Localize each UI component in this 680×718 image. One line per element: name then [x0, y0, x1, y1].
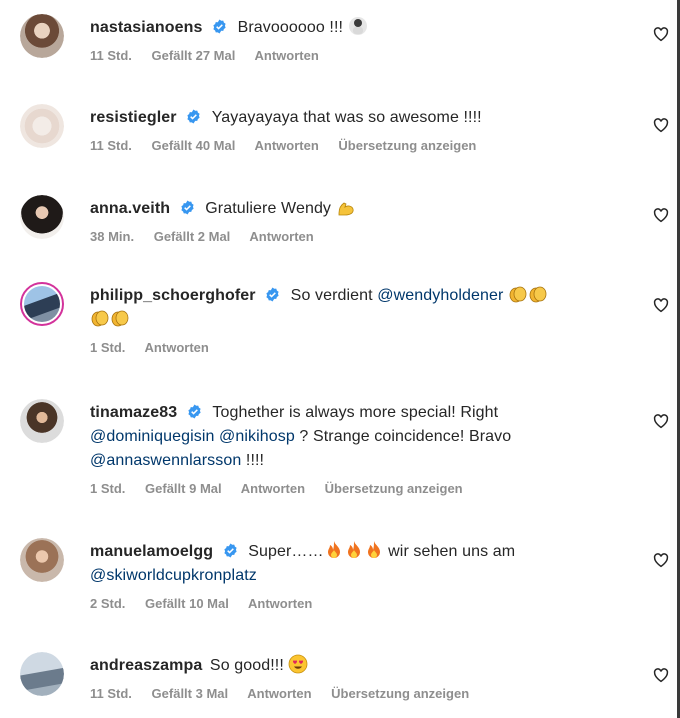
verified-badge-icon	[213, 19, 226, 34]
comment-text: Yayayayaya that was so awesome !!!!	[211, 109, 482, 126]
emoji-icon	[348, 16, 368, 36]
heart-outline-icon[interactable]	[652, 412, 670, 430]
comment-time: 38 Min.	[90, 229, 135, 244]
verified-badge-icon	[181, 200, 194, 215]
heart-outline-icon[interactable]	[652, 666, 670, 684]
comment-meta: 11 Std. Gefällt 40 Mal Antworten Überset…	[90, 138, 635, 153]
reply-button[interactable]: Antworten	[241, 481, 305, 496]
fire-emoji-icon	[364, 540, 384, 560]
comment-likes[interactable]: Gefällt 40 Mal	[152, 138, 236, 153]
translate-button[interactable]: Übersetzung anzeigen	[325, 481, 463, 496]
comment-text: Gratuliere Wendy	[205, 200, 336, 217]
comment-time: 1 Std.	[90, 481, 126, 496]
mention-link[interactable]: @annaswennlarsson	[90, 452, 241, 469]
reply-button[interactable]: Antworten	[145, 340, 209, 355]
comment-meta: 11 Std. Gefällt 3 Mal Antworten Übersetz…	[90, 686, 635, 701]
mention-link[interactable]: @dominiquegisin	[90, 428, 214, 445]
comment-username[interactable]: philipp_schoerghofer	[90, 287, 256, 304]
comment-username[interactable]: andreaszampa	[90, 657, 202, 674]
verified-badge-icon	[187, 109, 200, 124]
comment-likes[interactable]: Gefällt 9 Mal	[145, 481, 222, 496]
comment-username[interactable]: tinamaze83	[90, 404, 177, 421]
comment-text: !!!!	[241, 452, 265, 469]
comment-likes[interactable]: Gefällt 10 Mal	[145, 596, 229, 611]
clapping-hands-emoji-icon	[528, 284, 548, 304]
flexed-biceps-emoji-icon	[336, 197, 356, 217]
clapping-hands-emoji-icon	[90, 308, 110, 328]
translate-button[interactable]: Übersetzung anzeigen	[338, 138, 476, 153]
avatar[interactable]	[20, 399, 64, 443]
comment-username[interactable]: manuelamoelgg	[90, 543, 213, 560]
verified-badge-icon	[266, 287, 279, 302]
heart-outline-icon[interactable]	[652, 551, 670, 569]
comment-time: 11 Std.	[90, 48, 132, 63]
heart-outline-icon[interactable]	[652, 296, 670, 314]
comment-likes[interactable]: Gefällt 27 Mal	[152, 48, 236, 63]
comment-text: Bravoooooo !!!	[237, 19, 348, 36]
comment-meta: 38 Min. Gefällt 2 Mal Antworten	[90, 229, 635, 244]
comment-meta: 11 Std. Gefällt 27 Mal Antworten	[90, 48, 635, 63]
heart-outline-icon[interactable]	[652, 206, 670, 224]
comment-time: 11 Std.	[90, 138, 132, 153]
reply-button[interactable]: Antworten	[247, 686, 311, 701]
reply-button[interactable]: Antworten	[255, 48, 319, 63]
verified-badge-icon	[224, 543, 237, 558]
mention-link[interactable]: @wendyholdener	[377, 287, 503, 304]
avatar[interactable]	[20, 652, 64, 696]
comment-username[interactable]: anna.veith	[90, 200, 170, 217]
clapping-hands-emoji-icon	[508, 284, 528, 304]
heart-outline-icon[interactable]	[652, 25, 670, 43]
comment-meta: 2 Std. Gefällt 10 Mal Antworten	[90, 596, 635, 611]
reply-button[interactable]: Antworten	[255, 138, 319, 153]
mention-link[interactable]: @nikihosp	[219, 428, 295, 445]
heart-outline-icon[interactable]	[652, 116, 670, 134]
reply-button[interactable]: Antworten	[249, 229, 313, 244]
avatar-story-ring[interactable]	[20, 282, 64, 326]
reply-button[interactable]: Antworten	[248, 596, 312, 611]
comment-meta: 1 Std. Antworten	[90, 340, 635, 355]
comment-username[interactable]: resistiegler	[90, 109, 177, 126]
comment-likes[interactable]: Gefällt 2 Mal	[154, 229, 231, 244]
comment-text: ? Strange coincidence! Bravo	[294, 428, 512, 445]
comment-likes[interactable]: Gefällt 3 Mal	[152, 686, 229, 701]
comment-time: 2 Std.	[90, 596, 126, 611]
comment-text: Super……	[248, 543, 324, 560]
fire-emoji-icon	[344, 540, 364, 560]
mention-link[interactable]: @skiworldcupkronplatz	[90, 567, 257, 584]
avatar[interactable]	[20, 195, 64, 239]
avatar[interactable]	[20, 538, 64, 582]
verified-badge-icon	[188, 404, 201, 419]
comment-text: wir sehen uns am	[383, 543, 516, 560]
avatar[interactable]	[20, 104, 64, 148]
comment-time: 11 Std.	[90, 686, 132, 701]
translate-button[interactable]: Übersetzung anzeigen	[331, 686, 469, 701]
comment-text: So verdient	[290, 287, 378, 304]
comment-username[interactable]: nastasianoens	[90, 19, 202, 36]
clapping-hands-emoji-icon	[110, 308, 130, 328]
comment-meta: 1 Std. Gefällt 9 Mal Antworten Übersetzu…	[90, 481, 635, 496]
avatar[interactable]	[20, 14, 64, 58]
comment-text: Toghether is always more special! Right	[212, 404, 499, 421]
heart-eyes-emoji-icon	[288, 654, 308, 674]
comment-text: So good!!!	[209, 657, 289, 674]
fire-emoji-icon	[324, 540, 344, 560]
comment-time: 1 Std.	[90, 340, 126, 355]
